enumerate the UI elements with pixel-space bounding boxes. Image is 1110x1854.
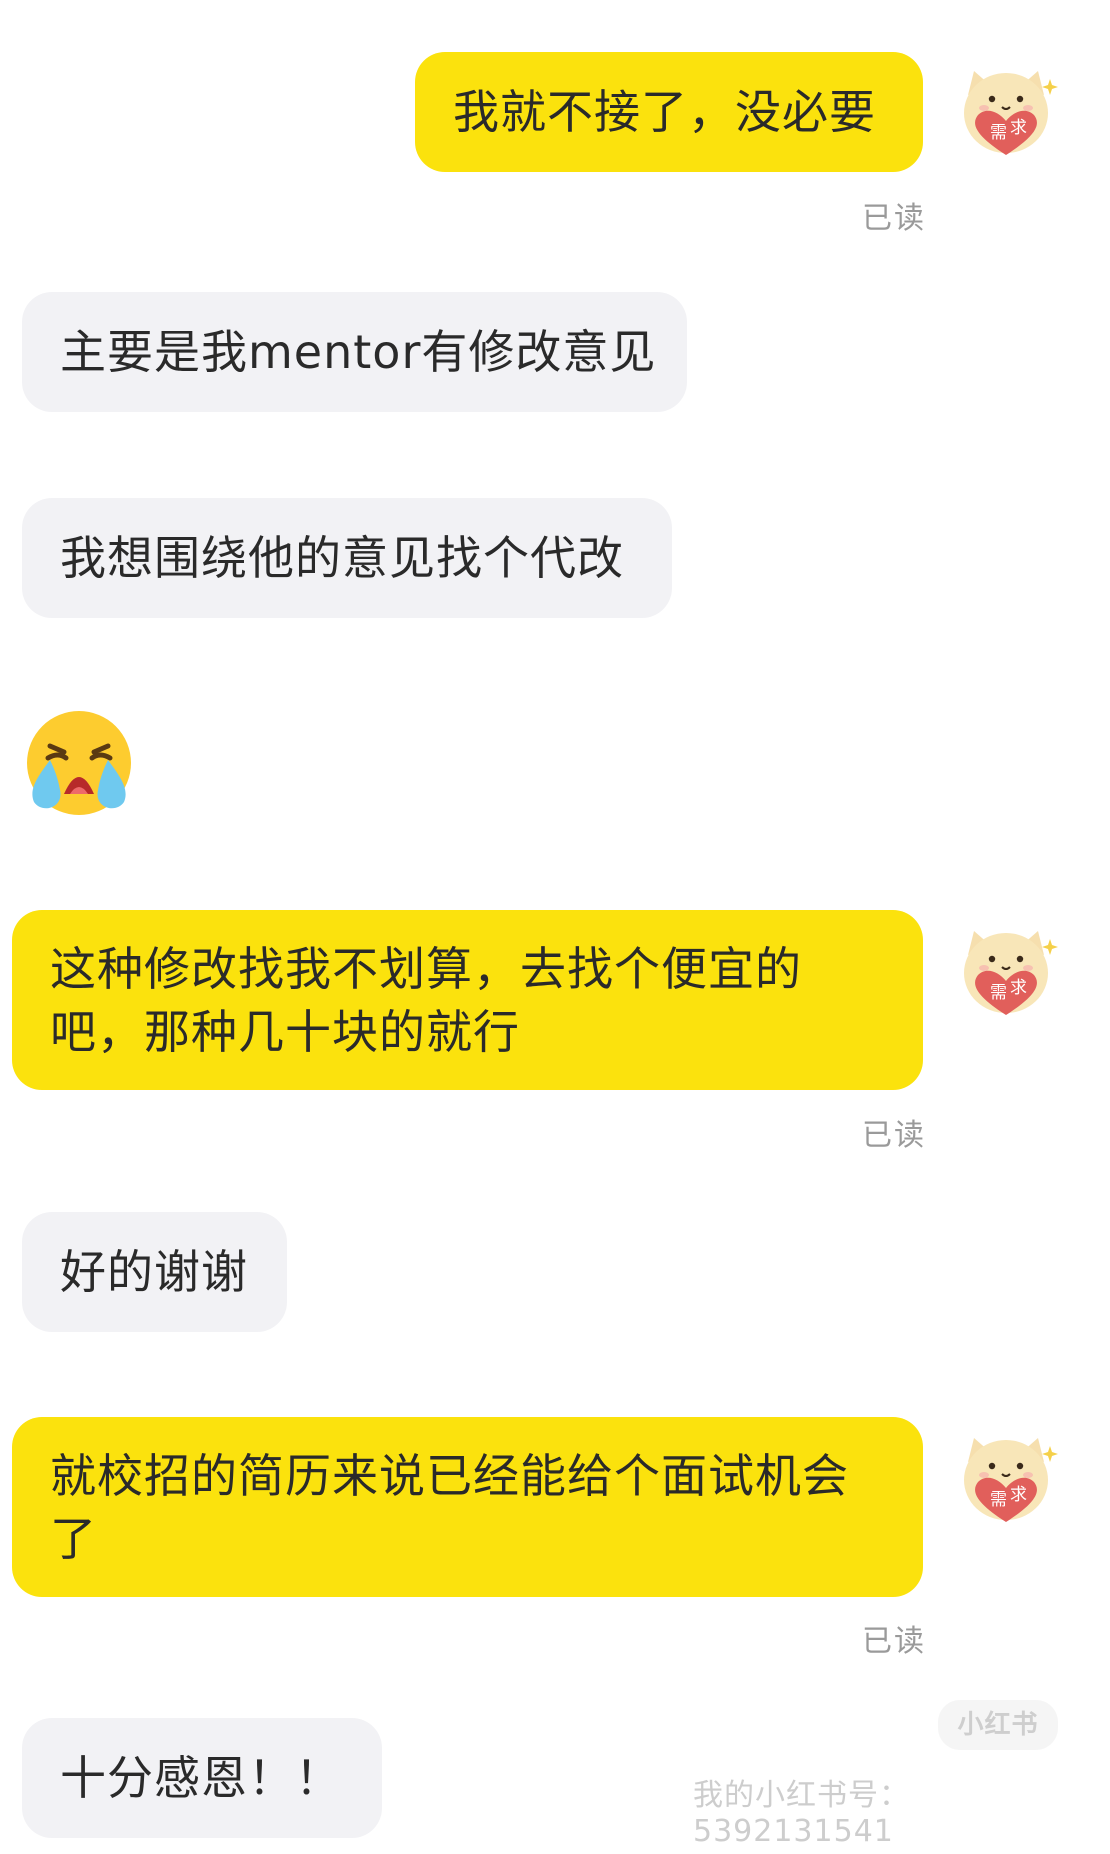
message-bubble-outgoing[interactable]: 就校招的简历来说已经能给个面试机会了: [12, 1417, 923, 1597]
svg-text:求: 求: [1010, 978, 1027, 998]
svg-text:需: 需: [990, 983, 1007, 1003]
read-receipt: 已读: [862, 1118, 926, 1153]
xiaohongshu-watermark-logo: 小红书: [938, 1700, 1058, 1750]
svg-text:求: 求: [1010, 118, 1027, 138]
cat-holding-heart-avatar[interactable]: 需 求: [950, 1422, 1062, 1534]
cat-avatar-icon: 需 求: [951, 916, 1061, 1026]
message-bubble-incoming[interactable]: 主要是我mentor有修改意见: [22, 292, 687, 412]
svg-text:需: 需: [990, 1490, 1007, 1510]
crying-face-emoji-icon[interactable]: [20, 708, 138, 818]
message-bubble-incoming[interactable]: 好的谢谢: [22, 1212, 287, 1332]
cat-avatar-icon: 需 求: [951, 56, 1061, 166]
message-bubble-outgoing[interactable]: 我就不接了，没必要: [415, 52, 923, 172]
message-bubble-incoming[interactable]: 十分感恩！！: [22, 1718, 382, 1838]
svg-text:需: 需: [990, 123, 1007, 143]
read-receipt: 已读: [862, 201, 926, 236]
read-receipt: 已读: [862, 1624, 926, 1659]
watermark-account-id: 我的小红书号：5392131541: [693, 1778, 910, 1849]
message-bubble-incoming[interactable]: 我想围绕他的意见找个代改: [22, 498, 672, 618]
svg-text:求: 求: [1010, 1485, 1027, 1505]
cat-holding-heart-avatar[interactable]: 需 求: [950, 915, 1062, 1027]
message-bubble-outgoing[interactable]: 这种修改找我不划算，去找个便宜的吧，那种几十块的就行: [12, 910, 923, 1090]
cat-avatar-icon: 需 求: [951, 1423, 1061, 1533]
cat-holding-heart-avatar[interactable]: 需 求: [950, 55, 1062, 167]
